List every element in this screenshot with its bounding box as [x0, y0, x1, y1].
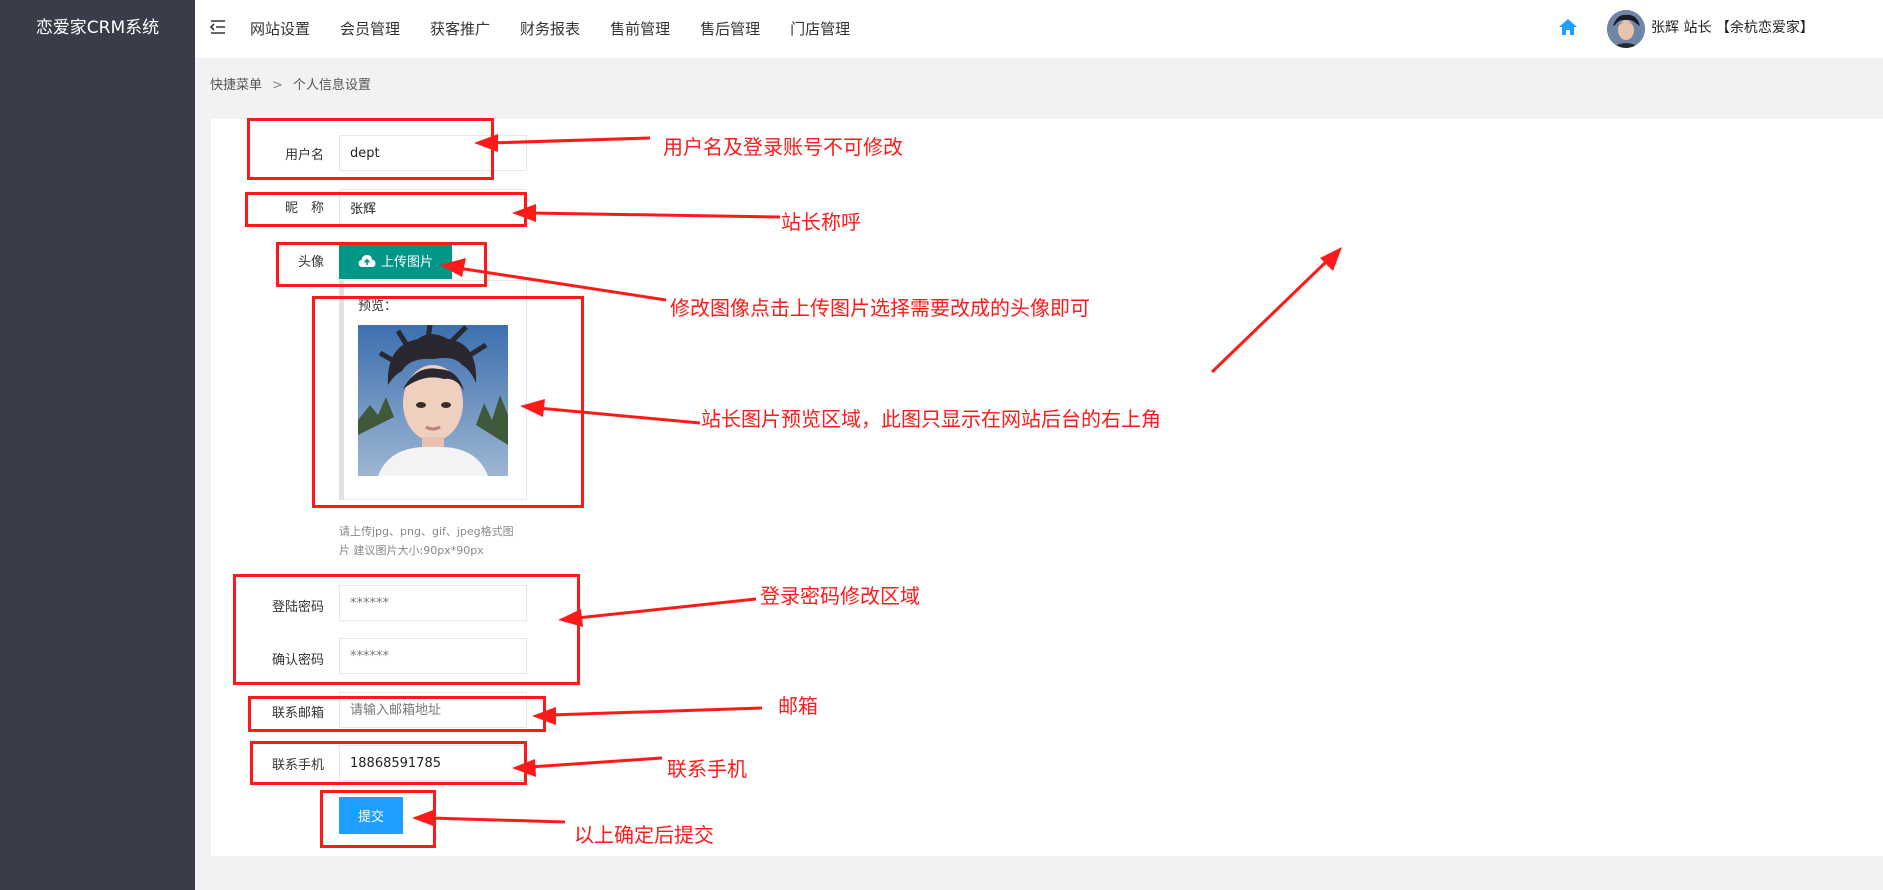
annotation-arrows: [412, 134, 1342, 827]
annotation-preview: 站长图片预览区域，此图只显示在网站后台的右上角: [701, 407, 1161, 431]
annotation-submit: 以上确定后提交: [574, 823, 714, 847]
annotation-nickname: 站长称呼: [781, 210, 861, 234]
annotation-password: 登录密码修改区域: [760, 584, 920, 608]
annotation-username: 用户名及登录账号不可修改: [663, 135, 903, 159]
annotation-phone: 联系手机: [667, 757, 747, 781]
annotation-avatar: 修改图像点击上传图片选择需要改成的头像即可: [670, 296, 1090, 320]
annotation-email: 邮箱: [778, 694, 818, 718]
